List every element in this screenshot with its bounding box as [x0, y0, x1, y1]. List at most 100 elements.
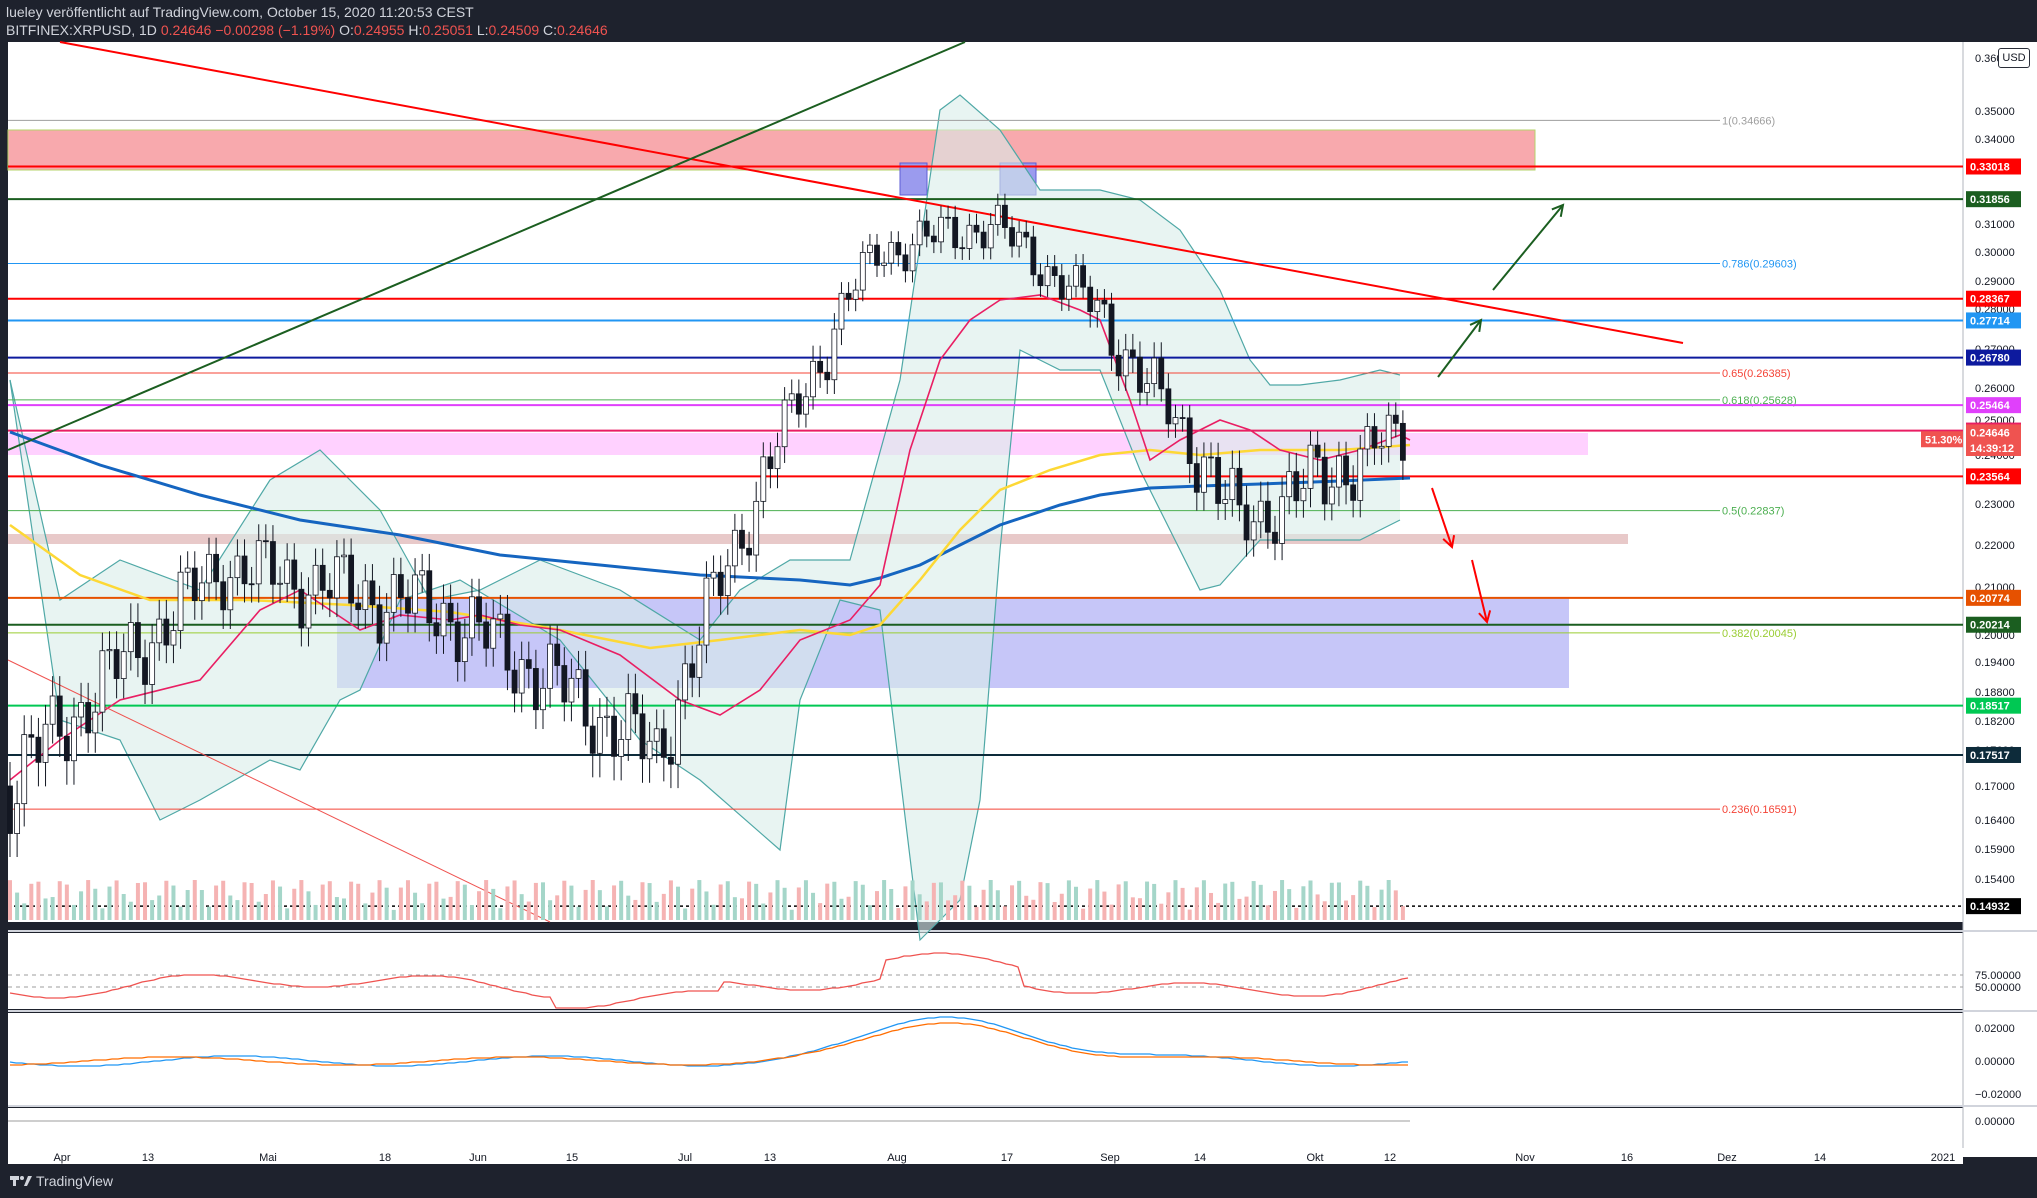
candle-body: [113, 649, 120, 679]
volume-bar: [398, 887, 403, 920]
candle-body: [1357, 448, 1364, 501]
candle-body: [1279, 496, 1285, 544]
volume-bar: [967, 885, 972, 920]
volume-bar: [917, 894, 922, 920]
candle-body: [945, 216, 951, 219]
volume-bar: [1095, 880, 1100, 920]
volume-bar: [1159, 903, 1164, 920]
volume-bar: [519, 894, 524, 920]
candle-body: [781, 399, 788, 448]
candle-body: [63, 735, 70, 762]
price-label-text: 0.25464: [1970, 400, 2011, 412]
candle-body: [362, 580, 369, 610]
time-tick: 18: [379, 1152, 391, 1164]
candle-body: [1002, 204, 1008, 228]
volume-bar: [8, 880, 12, 920]
candle-body: [1392, 414, 1399, 424]
candle-body: [959, 247, 966, 250]
high-value: 0.25051: [422, 22, 473, 38]
volume-bar: [1358, 880, 1363, 920]
candle-body: [547, 643, 554, 689]
candle-body: [540, 687, 546, 711]
candle-body: [1350, 484, 1357, 501]
osc-pane: [8, 1108, 1963, 1148]
candle-body: [902, 254, 909, 272]
tradingview-logo-icon[interactable]: [10, 1174, 32, 1188]
volume-bar: [171, 885, 176, 920]
volume-bar: [477, 891, 482, 920]
candle-body: [1272, 531, 1278, 544]
candle-body: [1108, 303, 1115, 356]
candle-body: [369, 580, 376, 606]
rsi-tick: 75.00000: [1975, 970, 2021, 982]
volume-bar: [583, 889, 588, 920]
candle-body: [561, 665, 568, 703]
volume-bar: [825, 883, 830, 920]
volume-bar: [1088, 888, 1093, 920]
price-tick: 0.31000: [1975, 219, 2015, 231]
volume-bar: [668, 880, 673, 920]
candle-body: [682, 663, 689, 701]
candle-body: [724, 565, 731, 596]
currency-badge[interactable]: USD: [1998, 48, 2030, 68]
candle-body: [49, 695, 56, 725]
volume-bar: [491, 888, 496, 920]
tradingview-brand[interactable]: TradingView: [36, 1173, 113, 1189]
price-tick: 0.17000: [1975, 781, 2015, 793]
time-axis: [8, 1148, 1963, 1164]
candle-body: [532, 668, 539, 711]
volume-bar: [356, 883, 361, 920]
volume-bar: [1201, 880, 1206, 920]
time-tick: 2021: [1931, 1152, 1955, 1164]
candle-body: [653, 728, 660, 742]
volume-bar: [1223, 883, 1228, 920]
volume-bar: [157, 895, 162, 920]
candle-body: [277, 582, 283, 585]
chart-canvas[interactable]: 1(0.34666)0.786(0.29603)0.65(0.26385)0.6…: [0, 0, 2037, 1198]
candle-body: [589, 725, 596, 754]
fib-label: 1(0.34666): [1722, 115, 1775, 127]
candle-body: [106, 649, 113, 652]
candle-body: [739, 529, 745, 549]
candle-body: [433, 622, 440, 637]
candle-body: [575, 669, 582, 679]
macd-tick: −0.02000: [1975, 1089, 2021, 1101]
candle-body: [980, 231, 987, 249]
open-value: 0.24955: [353, 22, 405, 38]
candle-body: [454, 621, 461, 663]
volume-bar: [988, 880, 993, 920]
volume-bar: [1180, 887, 1185, 920]
volume-bar: [263, 894, 268, 920]
price-tick: 0.19400: [1975, 657, 2015, 669]
volume-bar: [135, 882, 140, 920]
candle-body: [618, 739, 625, 757]
volume-bar: [1258, 884, 1263, 920]
candle-body: [859, 252, 866, 291]
candle-body: [1243, 504, 1250, 541]
price-tick: 0.34000: [1975, 134, 2015, 146]
volume-bar: [661, 893, 666, 920]
candle-body: [21, 734, 28, 805]
candle-body: [1058, 275, 1065, 300]
candle-body: [341, 554, 347, 558]
candle-body: [888, 242, 895, 264]
candle-body: [227, 577, 234, 611]
candle-body: [838, 292, 845, 330]
candle-body: [99, 650, 106, 713]
volume-bar: [1031, 899, 1036, 920]
price-label-text: 0.33018: [1970, 161, 2010, 173]
candle-body: [191, 567, 198, 602]
candle-body: [312, 564, 319, 596]
symbol-name[interactable]: BITFINEX:XRPUSD, 1D: [6, 22, 157, 38]
volume-bar: [1123, 881, 1128, 920]
candle-body: [1009, 227, 1015, 247]
symbol-line: BITFINEX:XRPUSD, 1D 0.24646 −0.00298 (−1…: [6, 22, 608, 38]
candle-body: [952, 216, 959, 249]
volume-bar: [285, 908, 290, 920]
fib-label: 0.65(0.26385): [1722, 368, 1791, 380]
candle-body: [895, 242, 902, 256]
price-tick: 0.22000: [1975, 540, 2015, 552]
high-label: H:: [408, 22, 423, 38]
open-label: O:: [339, 22, 354, 38]
time-tick: Jun: [469, 1152, 487, 1164]
